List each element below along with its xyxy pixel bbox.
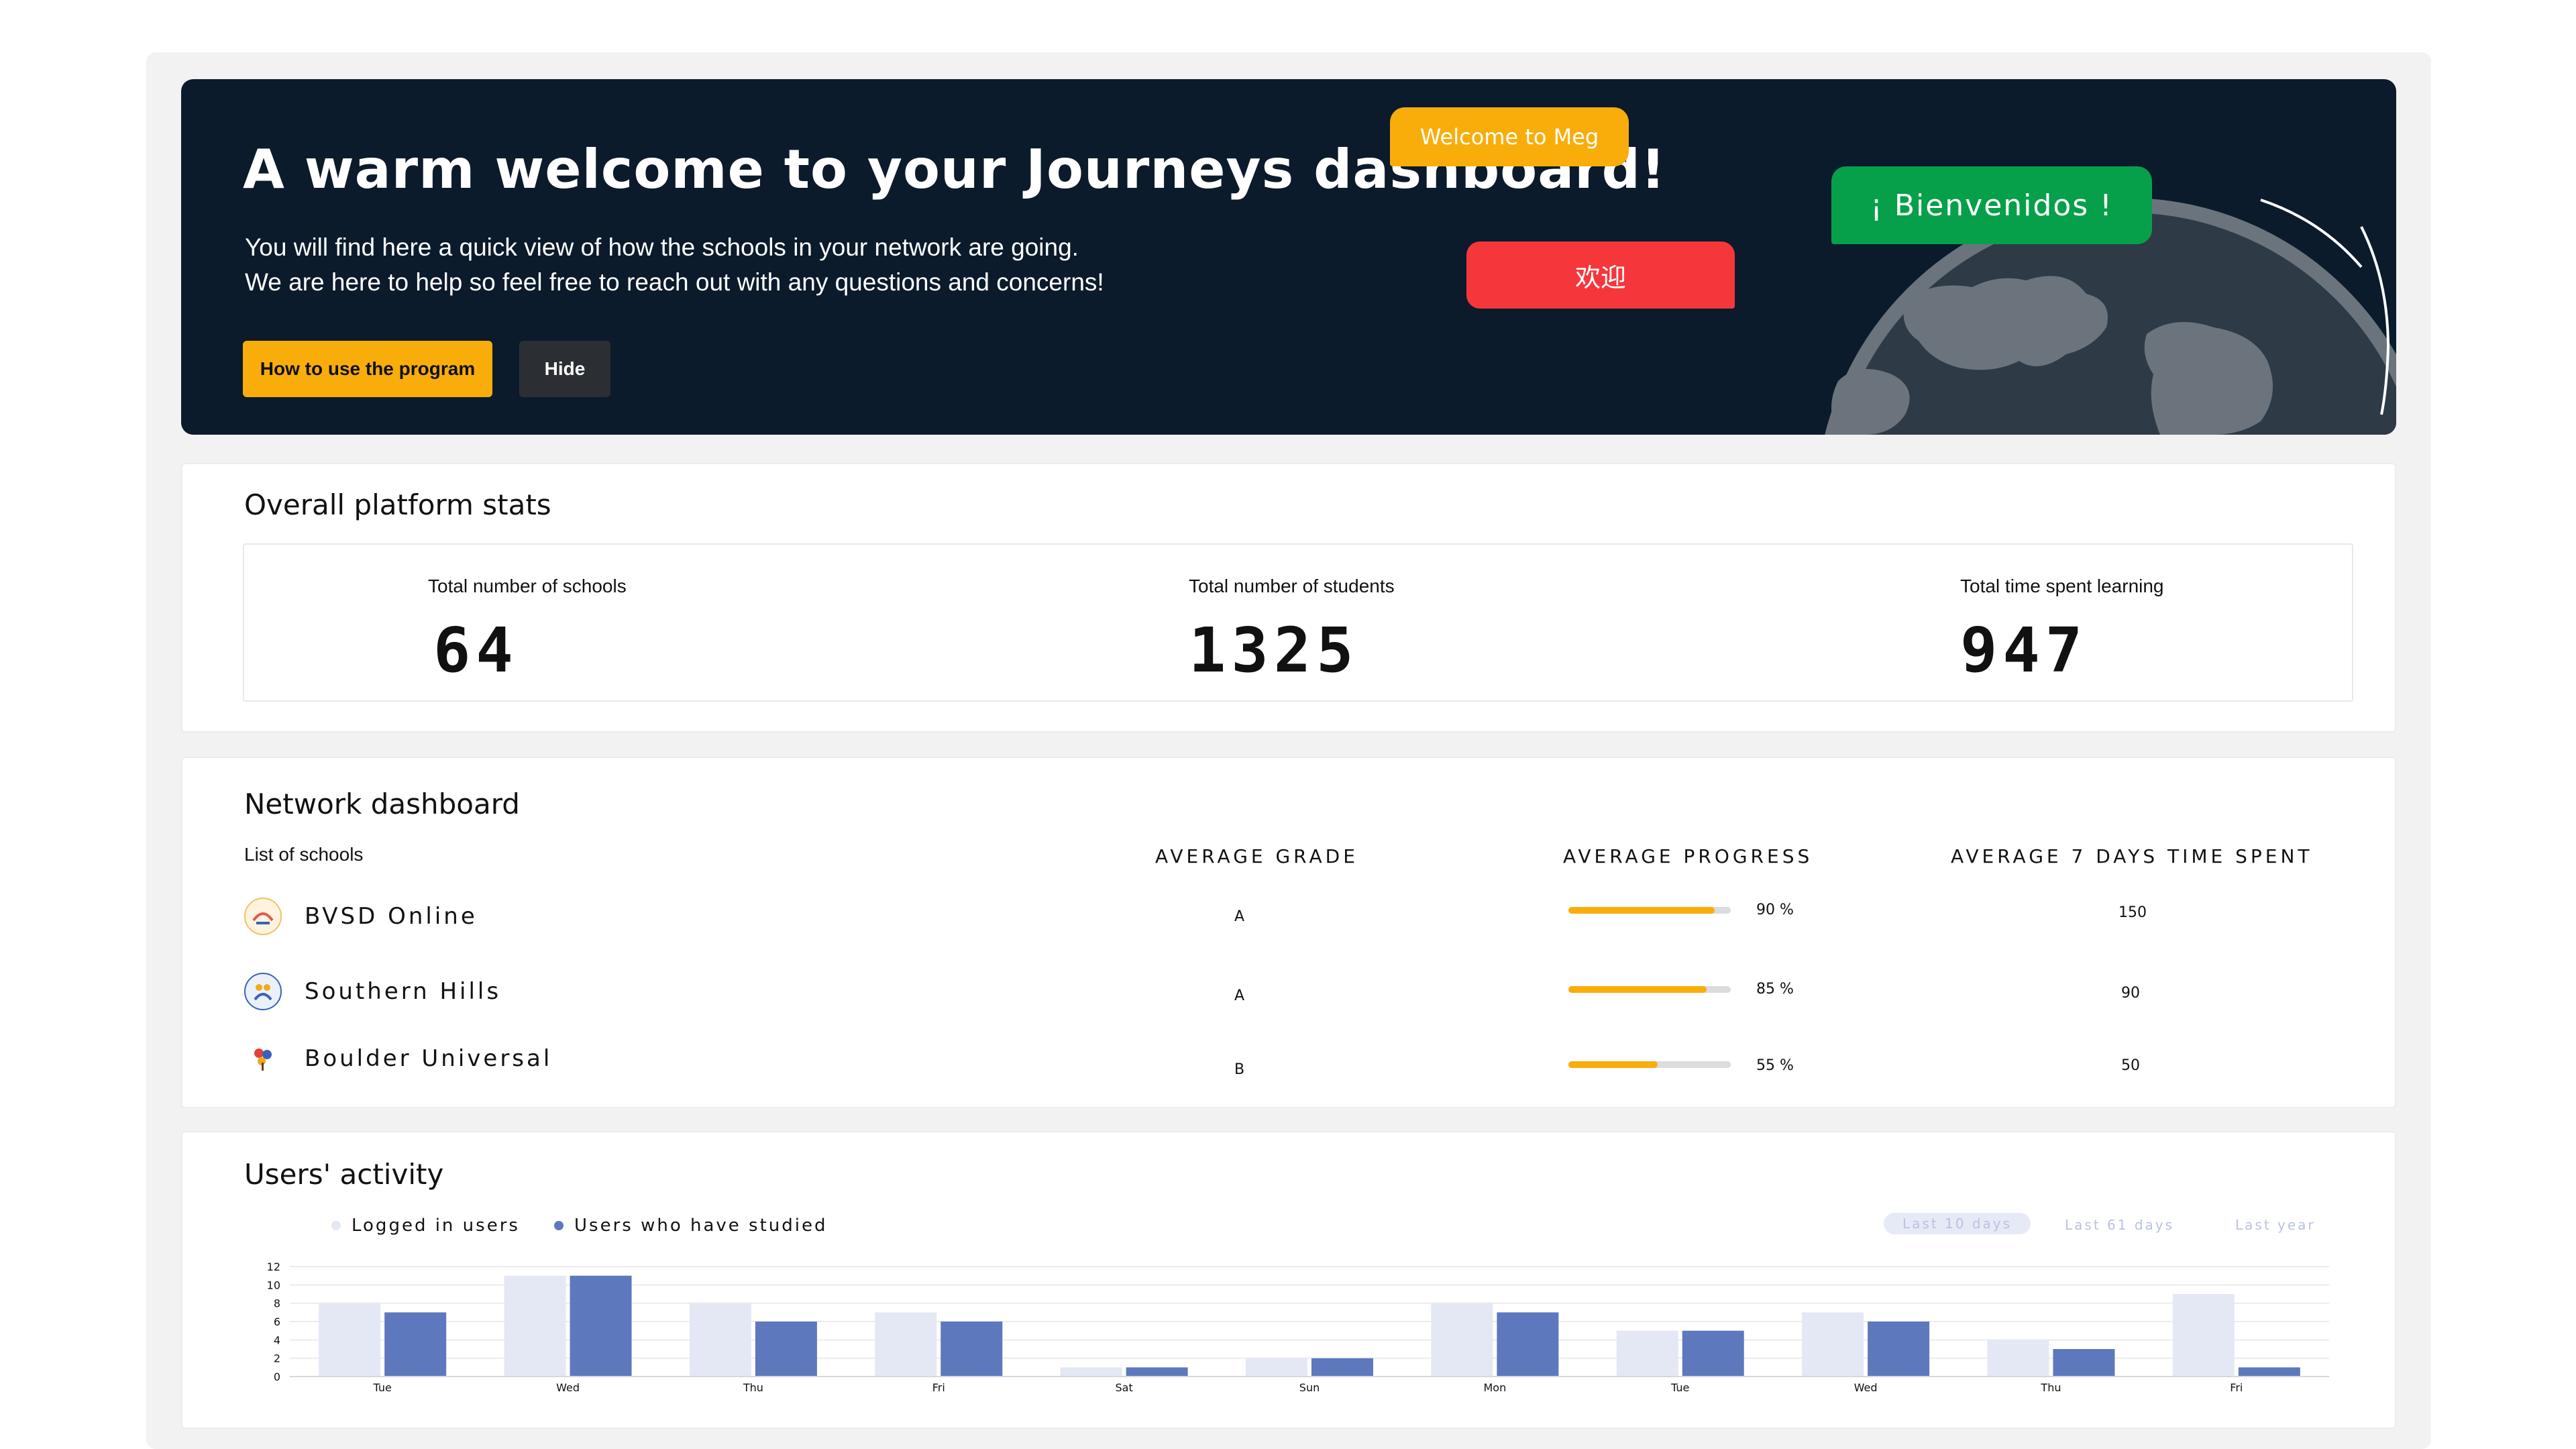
bar-logged-in	[1060, 1367, 1122, 1377]
y-tick-label: 4	[274, 1334, 280, 1346]
school-logo-icon	[244, 1040, 282, 1077]
school-name[interactable]: Southern Hills	[305, 978, 501, 1005]
bar-studied	[570, 1275, 632, 1377]
how-to-use-button[interactable]: How to use the program	[243, 341, 492, 397]
progress-bar-fill	[1568, 986, 1707, 993]
progress-bar	[1568, 986, 1731, 993]
stat-schools-label: Total number of schools	[428, 576, 627, 596]
activity-bar-chart: 0 2 4 6 8 10 12 Tue Wed Thu Fri Sat Sun Mon Tue Wed Thu F…	[267, 1260, 2329, 1394]
progress-bar	[1568, 907, 1731, 914]
school-logo-icon	[244, 898, 282, 935]
bar-studied	[1868, 1322, 1930, 1377]
bar-studied	[1682, 1330, 1744, 1377]
bar-studied	[384, 1312, 447, 1377]
bar-studied	[1126, 1367, 1188, 1377]
x-tick-label: Sat	[1116, 1381, 1133, 1394]
welcome-bubble-chinese: 欢迎	[1466, 241, 1735, 309]
x-tick-label: Tue	[373, 1381, 392, 1394]
bar-logged-in	[2172, 1294, 2235, 1377]
column-average-progress: AVERAGE PROGRESS	[1563, 845, 1813, 867]
school-row[interactable]: Boulder Universal	[244, 1038, 552, 1079]
y-tick-label: 12	[267, 1260, 280, 1273]
bar-studied	[941, 1322, 1003, 1377]
platform-stats-title: Overall platform stats	[244, 488, 551, 521]
progress-bar-fill	[1568, 907, 1715, 914]
bar-logged-in	[875, 1312, 937, 1377]
x-tick-label: Wed	[556, 1381, 580, 1394]
network-dashboard-card: Network dashboard List of schools AVERAG…	[181, 757, 2396, 1108]
welcome-text-line-2: We are here to help so feel free to reac…	[245, 268, 1104, 296]
welcome-bubble-english: Welcome to Meg	[1390, 107, 1629, 166]
time-spent-value: 50	[2121, 1057, 2140, 1074]
school-grade: B	[1234, 1061, 1245, 1078]
bar-logged-in	[504, 1275, 566, 1377]
column-average-grade: AVERAGE GRADE	[1155, 845, 1358, 867]
school-grade: A	[1234, 987, 1245, 1004]
bar-studied	[2238, 1367, 2300, 1377]
time-spent-value: 90	[2121, 985, 2140, 1002]
school-grade: A	[1234, 908, 1245, 925]
users-activity-card: Users' activity Logged in users Users wh…	[181, 1131, 2396, 1429]
school-row[interactable]: Southern Hills	[244, 971, 501, 1012]
x-tick-label: Fri	[932, 1381, 945, 1394]
bar-studied	[1497, 1312, 1559, 1377]
bar-logged-in	[319, 1303, 381, 1377]
school-name[interactable]: BVSD Online	[305, 903, 478, 930]
stats-panel: Total number of schools 64 Total number …	[243, 543, 2353, 702]
bar-studied	[1311, 1358, 1373, 1377]
y-tick-label: 8	[274, 1297, 280, 1310]
progress-percent: 90 %	[1756, 902, 1794, 918]
x-tick-label: Mon	[1483, 1381, 1506, 1394]
bar-logged-in	[689, 1303, 751, 1377]
x-tick-label: Fri	[2230, 1381, 2243, 1394]
x-tick-label: Thu	[743, 1381, 763, 1394]
x-tick-label: Sun	[1299, 1381, 1320, 1394]
school-name[interactable]: Boulder Universal	[305, 1045, 552, 1072]
progress-percent: 85 %	[1756, 981, 1794, 998]
bar-logged-in	[1987, 1340, 2049, 1377]
y-tick-label: 2	[274, 1352, 280, 1365]
x-tick-label: Wed	[1854, 1381, 1878, 1394]
x-tick-label: Thu	[2040, 1381, 2061, 1394]
bar-logged-in	[1431, 1303, 1493, 1377]
stat-students-label: Total number of students	[1189, 576, 1395, 596]
y-tick-label: 10	[267, 1279, 280, 1291]
stat-time-label: Total time spent learning	[1960, 576, 2164, 596]
x-tick-label: Tue	[1670, 1381, 1689, 1394]
bar-logged-in	[1802, 1312, 1864, 1377]
y-tick-label: 6	[274, 1316, 280, 1328]
school-list-heading: List of schools	[244, 844, 364, 865]
bar-studied	[755, 1322, 817, 1377]
school-row[interactable]: BVSD Online	[244, 896, 478, 936]
bar-studied	[2053, 1349, 2115, 1377]
stat-schools-value: 64	[433, 614, 519, 686]
stat-time-value: 947	[1960, 614, 2088, 686]
school-logo-icon	[244, 973, 282, 1010]
welcome-text-line-1: You will find here a quick view of how t…	[245, 233, 1079, 261]
column-average-time: AVERAGE 7 DAYS TIME SPENT	[1951, 845, 2313, 867]
network-dashboard-title: Network dashboard	[244, 788, 520, 820]
welcome-banner: A warm welcome to your Journeys dashboar…	[181, 79, 2396, 435]
stat-students-value: 1325	[1189, 614, 1359, 686]
y-tick-label: 0	[274, 1371, 280, 1383]
progress-bar	[1568, 1061, 1731, 1068]
time-spent-value: 150	[2118, 904, 2147, 921]
progress-percent: 55 %	[1756, 1057, 1794, 1074]
platform-stats-card: Overall platform stats Total number of s…	[181, 463, 2396, 733]
bar-logged-in	[1246, 1358, 1307, 1377]
welcome-bubble-spanish: ¡ Bienvenidos !	[1831, 166, 2152, 244]
bar-logged-in	[1616, 1330, 1678, 1377]
hide-banner-button[interactable]: Hide	[519, 341, 610, 397]
progress-bar-fill	[1568, 1061, 1658, 1068]
